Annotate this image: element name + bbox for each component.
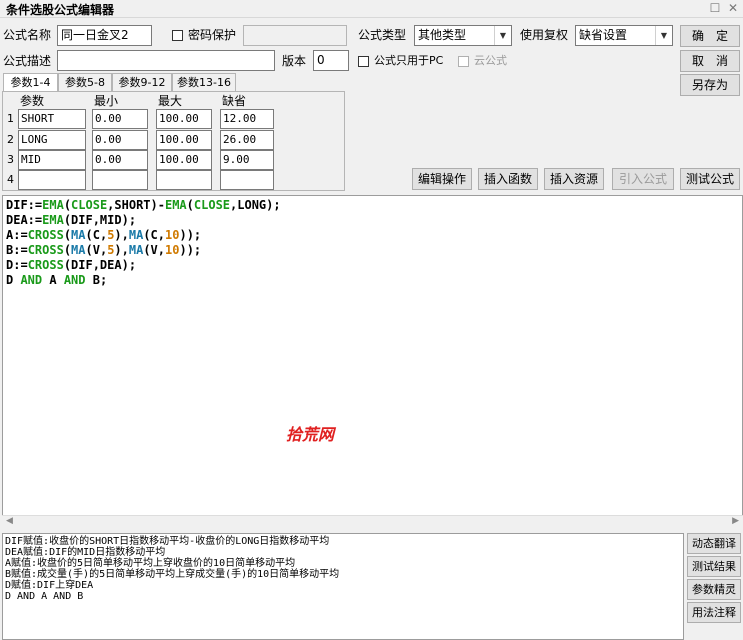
usage-notes-button[interactable]: 用法注释 — [687, 602, 741, 623]
maximize-icon[interactable]: ☐ — [708, 1, 722, 15]
param-name-input[interactable] — [18, 170, 86, 190]
password-label: 密码保护 — [188, 28, 237, 42]
formula-name-input[interactable]: 同一日金叉2 — [57, 25, 152, 46]
ok-button[interactable]: 确 定 — [680, 25, 740, 47]
cancel-button[interactable]: 取 消 — [680, 50, 740, 72]
scroll-left-icon[interactable]: ◀ — [6, 516, 13, 526]
param-header-max: 最大 — [158, 94, 183, 108]
param-min-input[interactable]: 0.00 — [92, 109, 148, 129]
dynamic-translate-button[interactable]: 动态翻译 — [687, 533, 741, 554]
password-checkbox[interactable] — [172, 30, 183, 41]
chevron-down-icon[interactable]: ▼ — [494, 26, 511, 45]
param-name-input[interactable]: MID — [18, 150, 86, 170]
param-name-input[interactable]: SHORT — [18, 109, 86, 129]
insert-func-button[interactable]: 插入函数 — [478, 168, 538, 190]
explanation-line: D AND A AND B — [5, 591, 84, 602]
param-min-input[interactable] — [92, 170, 148, 190]
explanation-line: D赋值:DIF上穿DEA — [5, 580, 94, 591]
import-formula-button: 引入公式 — [612, 168, 674, 190]
edit-ops-button[interactable]: 编辑操作 — [412, 168, 472, 190]
formula-name-label: 公式名称 — [3, 28, 52, 42]
code-line: B:=CROSS(MA(V,5),MA(V,10)); — [6, 243, 202, 257]
chevron-down-icon[interactable]: ▼ — [655, 26, 672, 45]
password-input — [243, 25, 347, 46]
test-result-button[interactable]: 测试结果 — [687, 556, 741, 577]
param-row-number: 2 — [7, 133, 14, 146]
code-line: D:=CROSS(DIF,DEA); — [6, 258, 137, 272]
param-wizard-button[interactable]: 参数精灵 — [687, 579, 741, 600]
param-max-input[interactable]: 100.00 — [156, 150, 212, 170]
formula-desc-input[interactable] — [57, 50, 275, 71]
version-label: 版本 — [282, 54, 307, 68]
param-min-input[interactable]: 0.00 — [92, 130, 148, 150]
code-line: D AND A AND B; — [6, 273, 108, 287]
param-default-input[interactable]: 26.00 — [220, 130, 274, 150]
param-default-input[interactable] — [220, 170, 274, 190]
tab-params-9-12[interactable]: 参数9-12 — [112, 73, 172, 91]
tab-params-5-8[interactable]: 参数5-8 — [58, 73, 112, 91]
explanation-line: B赋值:成交量(手)的5日简单移动平均上穿成交量(手)的10日简单移动平均 — [5, 569, 340, 580]
param-default-input[interactable]: 9.00 — [220, 150, 274, 170]
param-max-input[interactable]: 100.00 — [156, 109, 212, 129]
param-min-input[interactable]: 0.00 — [92, 150, 148, 170]
param-row-number: 1 — [7, 112, 14, 125]
explanation-panel: DIF赋值:收盘价的SHORT日指数移动平均-收盘价的LONG日指数移动平均 D… — [2, 533, 684, 640]
pc-only-label: 公式只用于PC — [374, 54, 444, 67]
fuquan-select[interactable]: 缺省设置 ▼ — [575, 25, 673, 46]
formula-type-value: 其他类型 — [418, 28, 467, 42]
cloud-checkbox — [458, 56, 469, 67]
param-max-input[interactable]: 100.00 — [156, 130, 212, 150]
param-row-number: 3 — [7, 153, 14, 166]
param-default-input[interactable]: 12.00 — [220, 109, 274, 129]
close-icon[interactable]: ✕ — [726, 1, 740, 15]
formula-desc-label: 公式描述 — [3, 54, 52, 68]
code-line: DEA:=EMA(DIF,MID); — [6, 213, 137, 227]
scroll-right-icon[interactable]: ▶ — [732, 516, 739, 526]
fuquan-label: 使用复权 — [520, 28, 569, 42]
param-name-input[interactable]: LONG — [18, 130, 86, 150]
insert-res-button[interactable]: 插入资源 — [544, 168, 604, 190]
test-formula-button[interactable]: 测试公式 — [680, 168, 740, 190]
version-input[interactable]: 0 — [313, 50, 349, 71]
param-header-default: 缺省 — [222, 94, 247, 108]
watermark: 拾荒网 — [286, 425, 335, 444]
explanation-line: DIF赋值:收盘价的SHORT日指数移动平均-收盘价的LONG日指数移动平均 — [5, 536, 330, 547]
pc-only-checkbox[interactable] — [358, 56, 369, 67]
formula-type-select[interactable]: 其他类型 ▼ — [414, 25, 512, 46]
tab-params-13-16[interactable]: 参数13-16 — [172, 73, 236, 91]
explanation-line: A赋值:收盘价的5日简单移动平均上穿收盘价的10日简单移动平均 — [5, 558, 296, 569]
formula-type-label: 公式类型 — [358, 28, 407, 42]
code-editor[interactable]: DIF:=EMA(CLOSE,SHORT)-EMA(CLOSE,LONG); D… — [2, 195, 743, 530]
param-max-input[interactable] — [156, 170, 212, 190]
fuquan-value: 缺省设置 — [579, 28, 628, 42]
save-as-button[interactable]: 另存为 — [680, 74, 740, 96]
param-header-min: 最小 — [94, 94, 119, 108]
tab-params-1-4[interactable]: 参数1-4 — [3, 73, 58, 92]
horizontal-scrollbar[interactable]: ◀ ▶ — [2, 515, 743, 530]
explanation-line: DEA赋值:DIF的MID日指数移动平均 — [5, 547, 166, 558]
window-title: 条件选股公式编辑器 — [6, 3, 115, 17]
code-line: DIF:=EMA(CLOSE,SHORT)-EMA(CLOSE,LONG); — [6, 198, 281, 212]
cloud-label: 云公式 — [474, 54, 507, 67]
code-line: A:=CROSS(MA(C,5),MA(C,10)); — [6, 228, 202, 242]
param-header-name: 参数 — [20, 94, 45, 108]
param-row-number: 4 — [7, 173, 14, 186]
